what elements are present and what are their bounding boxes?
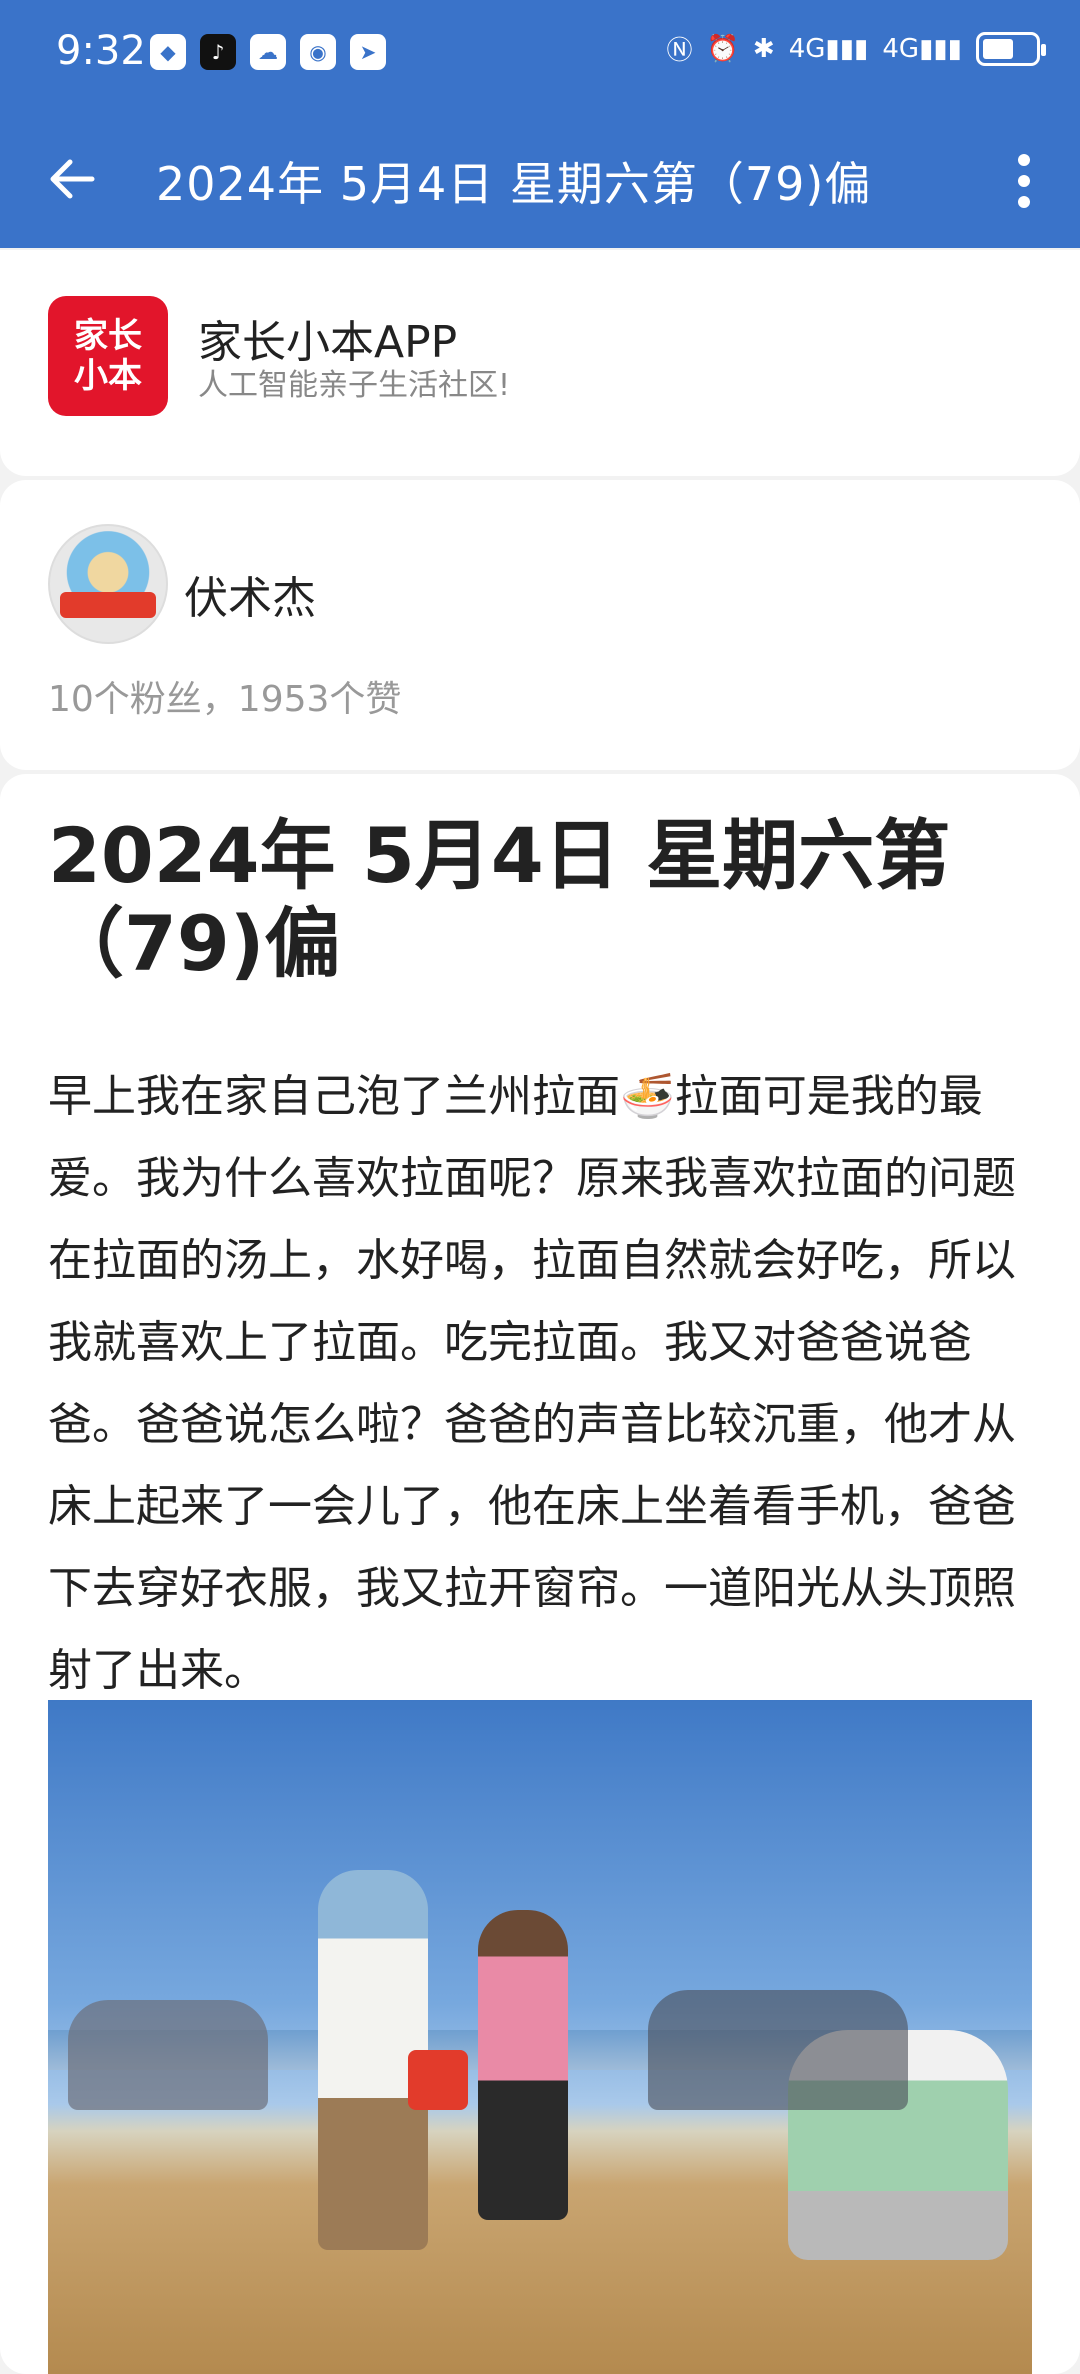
notification-icons: ◆ ♪ ☁ ◉ ➤	[150, 34, 386, 70]
signal-4g-icon: 4G▮▮▮	[788, 33, 869, 64]
page-title: 2024年 5月4日 星期六第（79)偏	[156, 157, 872, 211]
back-button[interactable]	[40, 144, 110, 214]
app-logo-line1: 家长	[74, 316, 142, 356]
nav-app-icon: ➤	[350, 34, 386, 70]
article-photo[interactable]	[48, 1700, 1032, 2374]
photo-red-bucket	[408, 2050, 468, 2110]
battery-icon	[976, 31, 1046, 66]
app-promo-card[interactable]: 家长 小本 家长小本APP 人工智能亲子生活社区!	[0, 250, 1080, 476]
map-app-icon: ◉	[300, 34, 336, 70]
author-name[interactable]: 伏术杰	[184, 562, 316, 626]
tiktok-icon: ♪	[200, 34, 236, 70]
app-bar: 2024年 5月4日 星期六第（79)偏	[0, 110, 1080, 248]
signal-4g-icon-2: 4G▮▮▮	[882, 33, 962, 64]
cloud-app-icon: ☁	[250, 34, 286, 70]
status-bar: 9:32 ◆ ♪ ☁ ◉ ➤ Ⓝ ⏰ ✱ 4G▮▮▮ 4G▮▮▮	[0, 0, 1080, 110]
app-slogan: 人工智能亲子生活社区!	[198, 368, 511, 403]
shield-app-icon: ◆	[150, 34, 186, 70]
bluetooth-icon: ✱	[752, 33, 775, 64]
article-title: 2024年 5月4日 星期六第（79)偏	[48, 811, 951, 988]
photo-crowd-left	[68, 2000, 268, 2110]
status-time: 9:32	[56, 28, 146, 74]
more-vertical-icon	[1018, 154, 1030, 208]
author-card: 伏术杰 10个粉丝，1953个赞	[0, 480, 1080, 770]
article-card: 2024年 5月4日 星期六第（79)偏 早上我在家自己泡了兰州拉面🍜拉面可是我…	[0, 774, 1080, 2374]
author-stats: 10个粉丝，1953个赞	[48, 679, 402, 720]
network-label-2: 4G	[882, 33, 920, 64]
system-icons: Ⓝ ⏰ ✱ 4G▮▮▮ 4G▮▮▮	[666, 30, 1046, 67]
app-logo-line2: 小本	[74, 356, 142, 396]
avatar[interactable]	[48, 524, 168, 644]
photo-person-woman	[478, 1910, 568, 2220]
article-body: 早上我在家自己泡了兰州拉面🍜拉面可是我的最爱。我为什么喜欢拉面呢？原来我喜欢拉面…	[48, 1071, 1016, 1696]
app-logo: 家长 小本	[48, 296, 168, 416]
arrow-left-icon	[50, 159, 95, 199]
network-label: 4G	[788, 33, 826, 64]
more-options-button[interactable]	[996, 146, 1052, 216]
nfc-icon: Ⓝ	[666, 36, 693, 66]
alarm-icon: ⏰	[706, 33, 739, 64]
photo-crowd-right	[648, 1990, 908, 2110]
